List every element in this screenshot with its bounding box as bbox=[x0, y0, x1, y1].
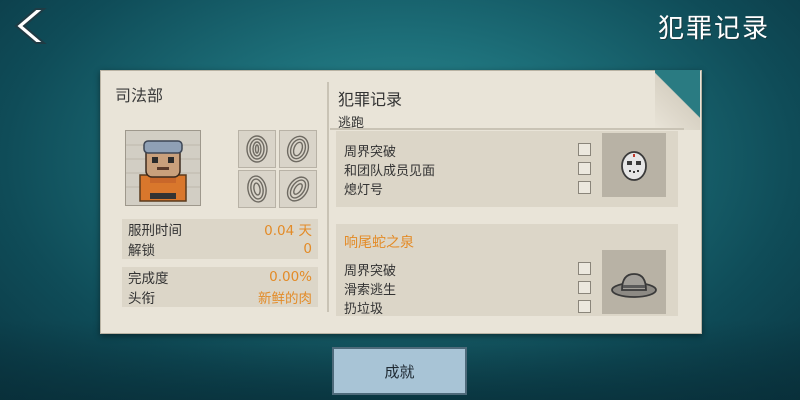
task-checkbox bbox=[578, 143, 591, 156]
stat-value: 0.00% bbox=[269, 269, 312, 285]
stat-value: 0 bbox=[303, 241, 312, 257]
task-item: 和团队成员见面 bbox=[344, 164, 436, 179]
fingerprint-icon bbox=[279, 170, 317, 208]
stat-value: 0.04 天 bbox=[264, 223, 312, 239]
screen-title: 犯罪记录 bbox=[657, 14, 770, 44]
task-checkbox bbox=[578, 262, 591, 275]
fingerprint-icon bbox=[279, 130, 317, 168]
column-divider bbox=[327, 82, 329, 312]
stat-label: 解锁 bbox=[128, 243, 155, 259]
task-checkbox bbox=[578, 300, 591, 313]
records-scroll-list[interactable]: 周界突破 和团队成员见面 熄灯号 响尾蛇之泉 周界突破 滑索逃生 扔垃圾 bbox=[336, 131, 679, 321]
stats-list: 服刑时间 0.04 天 解锁 0 完成度 0.00% 头衔 新鲜的肉 bbox=[122, 219, 318, 307]
left-panel: 司法部 bbox=[115, 82, 325, 106]
prison-record-card[interactable]: 响尾蛇之泉 周界突破 滑索逃生 扔垃圾 bbox=[336, 224, 678, 317]
stat-label: 服刑时间 bbox=[128, 223, 182, 239]
card-title: 响尾蛇之泉 bbox=[344, 235, 414, 251]
task-checkbox bbox=[578, 181, 591, 194]
stat-sentence-time: 服刑时间 0.04 天 bbox=[122, 219, 318, 239]
task-item: 周界突破 bbox=[344, 145, 397, 160]
reward-slot bbox=[602, 133, 666, 197]
chevron-left-icon bbox=[14, 8, 47, 44]
task-checkbox bbox=[578, 281, 591, 294]
task-item: 周界突破 bbox=[344, 264, 397, 279]
records-title: 犯罪记录 bbox=[338, 90, 403, 109]
fingerprint-icon bbox=[238, 130, 276, 168]
task-item: 扔垃圾 bbox=[344, 302, 384, 317]
prisoner-portrait-icon bbox=[125, 130, 201, 206]
hockey-mask-icon bbox=[621, 151, 647, 181]
fingerprint-icon bbox=[238, 170, 276, 208]
stat-completion: 完成度 0.00% bbox=[122, 267, 318, 287]
paper-folded-corner bbox=[655, 70, 700, 130]
stat-label: 完成度 bbox=[128, 271, 169, 287]
stat-unlocks: 解锁 0 bbox=[122, 239, 318, 259]
stat-value: 新鲜的肉 bbox=[258, 291, 312, 307]
header-divider bbox=[330, 128, 684, 130]
back-button[interactable] bbox=[6, 6, 50, 46]
cowboy-hat-icon bbox=[611, 273, 657, 298]
task-checkbox bbox=[578, 162, 591, 175]
task-item: 熄灯号 bbox=[344, 183, 384, 198]
reward-slot bbox=[602, 250, 666, 314]
department-title: 司法部 bbox=[115, 86, 164, 105]
achievements-button[interactable]: 成就 bbox=[332, 347, 467, 395]
task-item: 滑索逃生 bbox=[344, 283, 397, 298]
stat-label: 头衔 bbox=[128, 291, 155, 307]
prison-record-card[interactable]: 周界突破 和团队成员见面 熄灯号 bbox=[336, 131, 678, 207]
right-panel-header: 犯罪记录 逃跑 bbox=[338, 86, 402, 131]
stat-rank: 头衔 新鲜的肉 bbox=[122, 287, 318, 307]
